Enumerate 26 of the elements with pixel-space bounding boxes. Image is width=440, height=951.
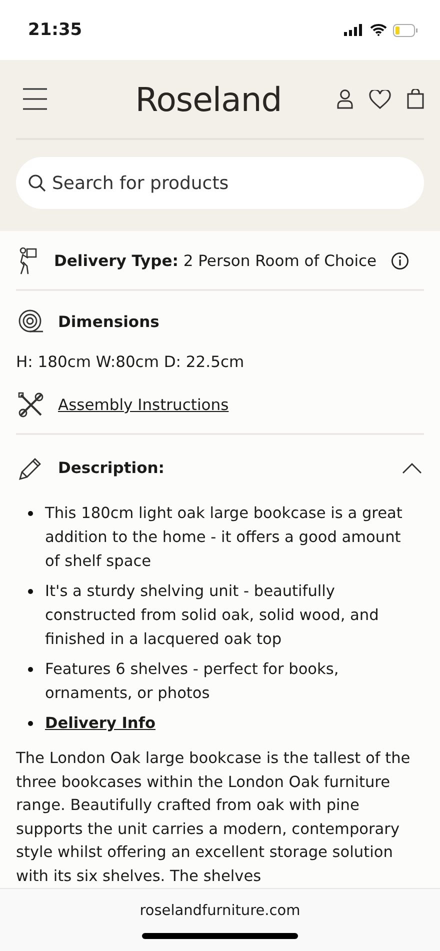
chevron-up-icon[interactable]: [402, 462, 422, 474]
info-icon[interactable]: [390, 252, 409, 270]
description-paragraph: The London Oak large bookcase is the tallest of the three bookcases within the London Oak furniture range. Beautifully crafted from oak with pine supports the unit carries a modern, contemporary style whilst offering an excellent storage solution with its six shelves. The shelves: [16, 748, 412, 886]
delivery-info-link[interactable]: Delivery Info: [45, 711, 156, 735]
url-text: roselandfurniture.com: [140, 903, 300, 919]
signal-icon: [344, 24, 364, 36]
dimensions-value: H: 180cm W:80cm D: 22.5cm: [16, 353, 246, 373]
dimensions-heading: Dimensions: [58, 313, 160, 331]
bullet-text: Features 6 shelves - perfect for books, ornaments, or photos: [45, 659, 340, 704]
bullet-text: This 180cm light oak large bookcase is a great addition to the home - it offers a good amount of shelf space: [45, 503, 404, 572]
menu-button[interactable]: [22, 86, 48, 112]
tools-icon: [18, 392, 44, 418]
description-heading: Description:: [58, 459, 166, 477]
search-icon: [28, 174, 46, 192]
search-field[interactable]: Search for products: [16, 157, 424, 209]
assembly-instructions-link[interactable]: Assembly Instructions: [58, 396, 229, 414]
bullet-text: It's a sturdy shelving unit - beautifully constructed from solid oak, solid wood, and finished in a lacquered oak top: [45, 581, 380, 650]
bag-icon[interactable]: [407, 89, 424, 109]
tape-measure-icon: [18, 309, 44, 335]
heart-icon[interactable]: [369, 90, 391, 108]
delivery-type-text: Delivery Type: 2 Person Room of Choice: [54, 252, 377, 270]
status-time: 21:35: [28, 20, 82, 40]
account-icon[interactable]: [337, 89, 353, 109]
battery-icon: [393, 24, 418, 36]
logo[interactable]: Roseland: [48, 80, 337, 118]
wifi-icon: [370, 24, 387, 36]
